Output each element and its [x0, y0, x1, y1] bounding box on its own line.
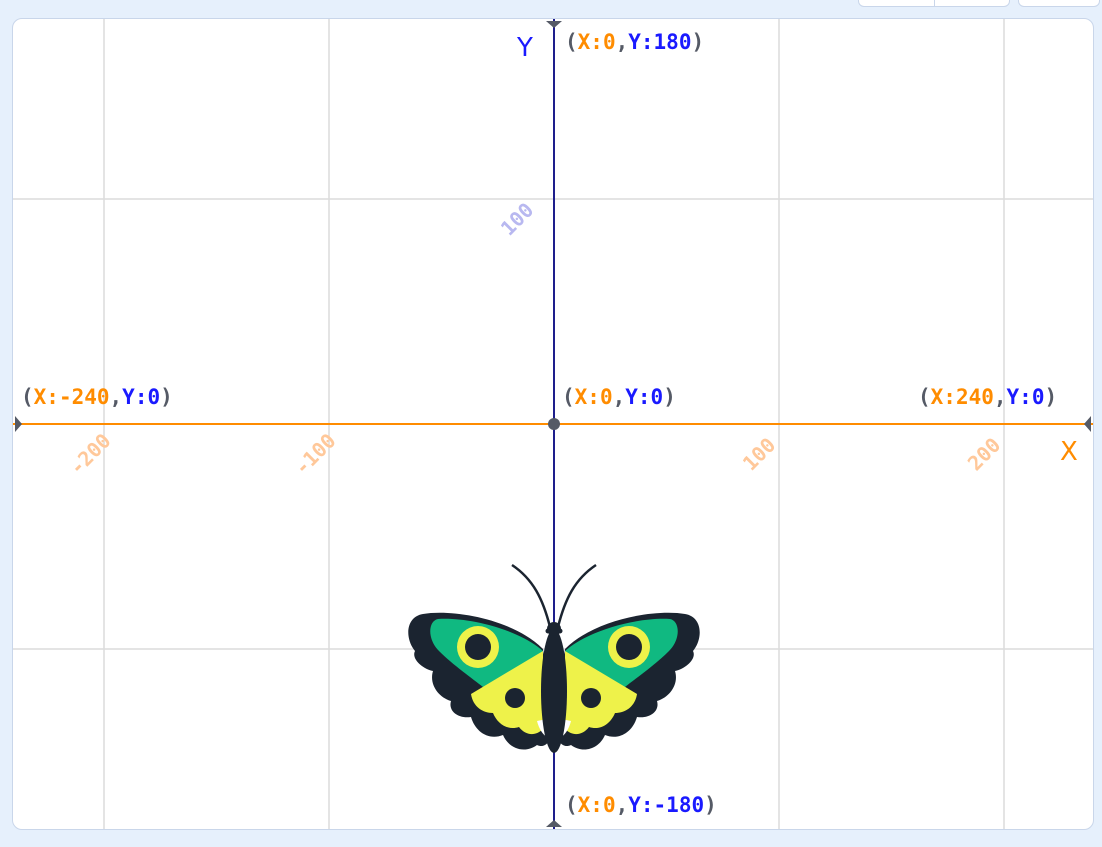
y-axis-label: Y: [517, 33, 533, 63]
coord-label-bottom: (X:0,Y:-180): [565, 793, 717, 817]
y-axis-bottom-marker: [546, 820, 562, 827]
xy-grid-backdrop: [13, 19, 1093, 829]
x-axis-right-marker: [1084, 416, 1091, 432]
x-axis-left-marker: [15, 416, 22, 432]
coord-label-right: (X:240,Y:0): [918, 385, 1058, 409]
coord-label-center: (X:0,Y:0): [562, 385, 676, 409]
coord-label-left: (X:-240,Y:0): [21, 385, 173, 409]
stage-header-controls: [0, 0, 1102, 10]
stage-size-divider: [934, 0, 935, 7]
y-axis-top-marker: [546, 21, 562, 28]
origin-dot: [548, 418, 560, 430]
coord-label-top: (X:0,Y:180): [565, 30, 705, 54]
stage-canvas[interactable]: Y X (X:0,Y:180) (X:0,Y:-180) (X:-240,Y:0…: [12, 18, 1094, 830]
fullscreen-button[interactable]: [1018, 0, 1100, 7]
x-axis-label: X: [1060, 437, 1078, 467]
